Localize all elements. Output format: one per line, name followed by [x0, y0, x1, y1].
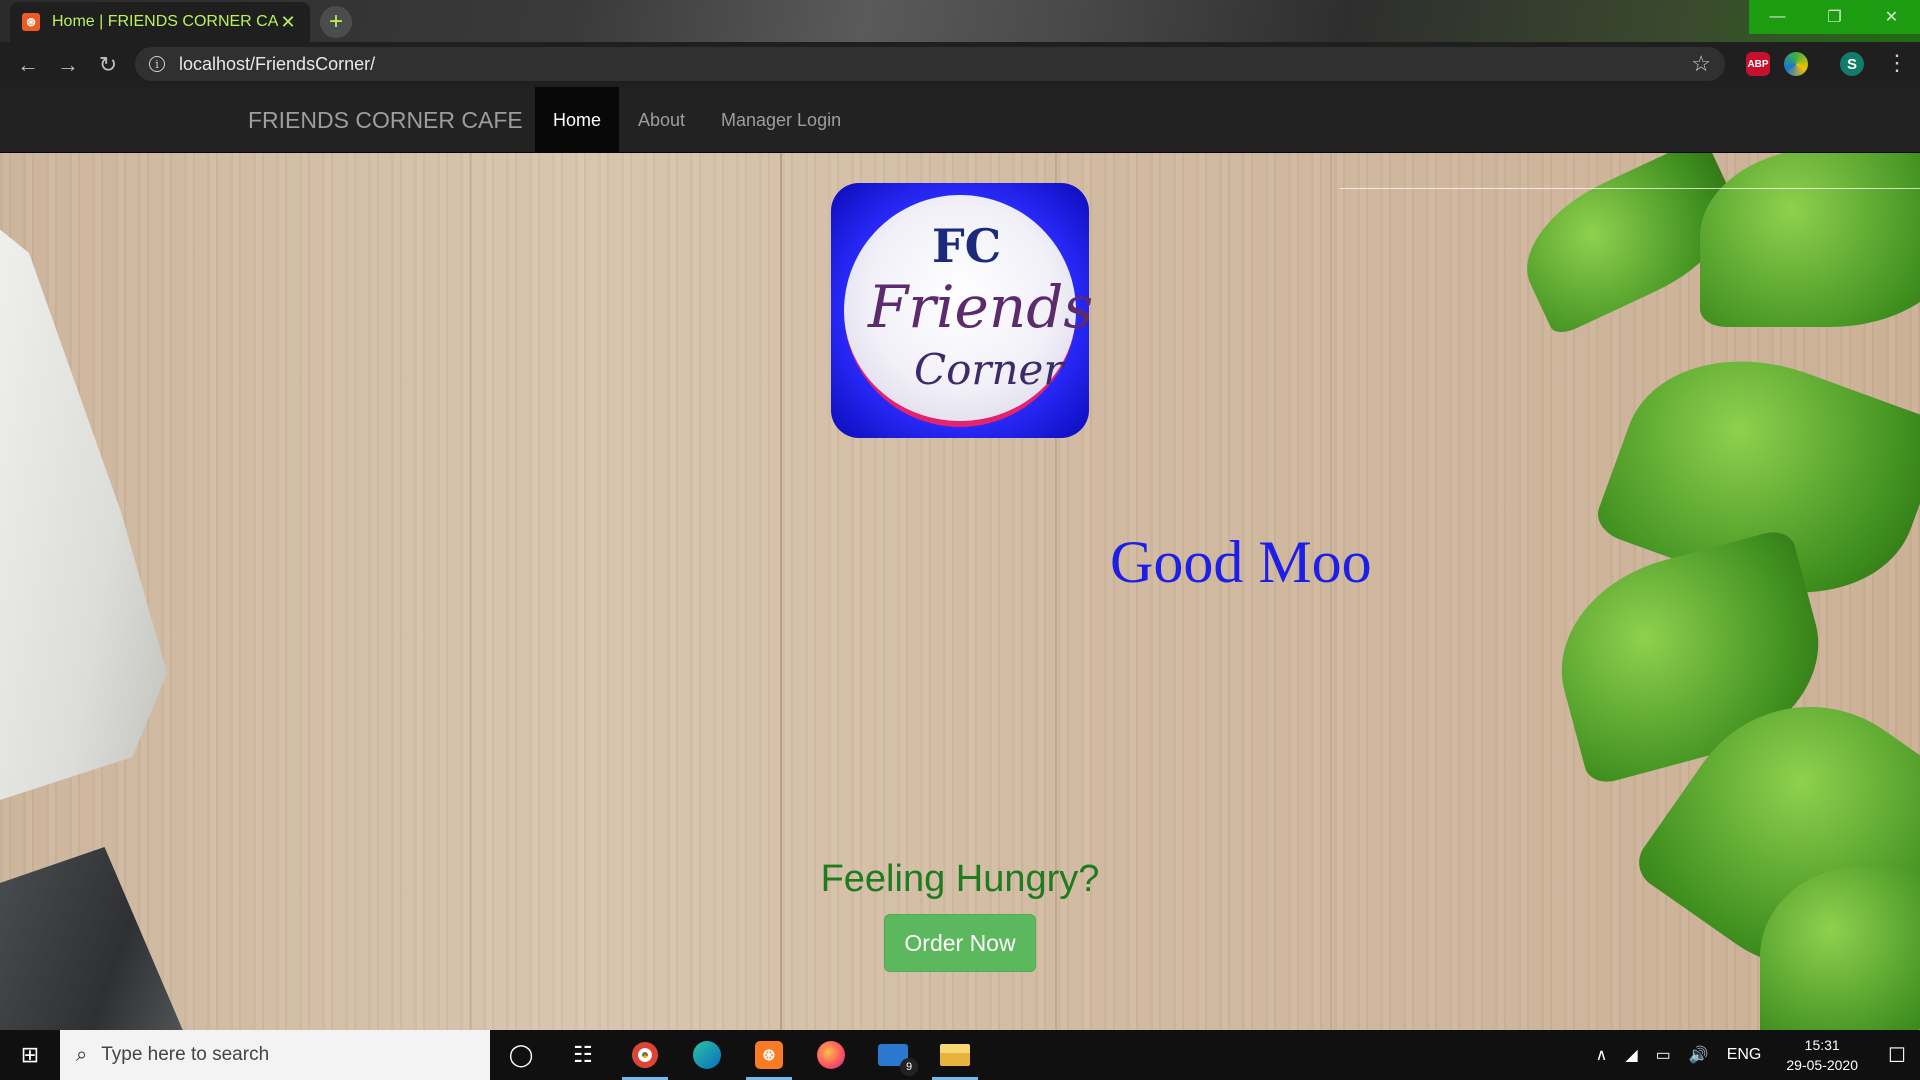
logo-monogram: FC: [932, 218, 1002, 273]
site-navbar: FRIENDS CORNER CAFE Home About Manager L…: [0, 87, 1920, 153]
clock-time: 15:31: [1804, 1037, 1840, 1053]
tab-title: Home | FRIENDS CORNER CAFE: [52, 13, 278, 30]
notification-icon[interactable]: ☐: [1874, 1043, 1920, 1068]
restore-button[interactable]: ❐: [1806, 0, 1863, 34]
nav-manager-login[interactable]: Manager Login: [703, 87, 859, 153]
system-tray: ∧ ◢ ▭ 🔊 ENG 15:31 29-05-2020 ☐: [1587, 1030, 1920, 1080]
nav-home[interactable]: Home: [535, 87, 620, 153]
herb-image: [1700, 147, 1920, 327]
url-text[interactable]: localhost/FriendsCorner/: [179, 54, 1691, 75]
logo-wordmark-friends: Friends: [868, 272, 1094, 341]
site-brand[interactable]: FRIENDS CORNER CAFE: [248, 107, 523, 134]
knife-blade-image: [0, 197, 167, 813]
volume-icon[interactable]: 🔊: [1689, 1045, 1709, 1065]
nav-about[interactable]: About: [620, 87, 703, 153]
close-window-button[interactable]: ✕: [1863, 0, 1920, 34]
cta-heading: Feeling Hungry?: [820, 858, 1100, 900]
browser-tab-home[interactable]: ⊛ Home | FRIENDS CORNER CAFE ✕: [10, 2, 310, 42]
windows-start-icon[interactable]: ⊞: [0, 1030, 60, 1080]
network-icon[interactable]: ◢: [1625, 1045, 1637, 1065]
chevron-up-icon[interactable]: ∧: [1596, 1045, 1608, 1065]
profile-avatar[interactable]: S: [1840, 52, 1864, 76]
cortana-icon[interactable]: ◯: [490, 1030, 552, 1080]
chrome-icon[interactable]: [614, 1030, 676, 1080]
task-view-icon[interactable]: ☷: [552, 1030, 614, 1080]
xampp-icon[interactable]: ⊛: [738, 1030, 800, 1080]
search-icon: ⌕: [76, 1043, 88, 1066]
mail-badge: 9: [900, 1058, 918, 1076]
battery-icon[interactable]: ▭: [1656, 1045, 1671, 1065]
address-bar[interactable]: i localhost/FriendsCorner/ ☆: [135, 47, 1725, 81]
close-icon[interactable]: ✕: [278, 12, 298, 33]
marquee-greeting: Good Moo: [1110, 529, 1372, 595]
adblock-plus-icon[interactable]: ABP: [1746, 52, 1770, 76]
forward-arrow-icon[interactable]: →: [48, 52, 88, 78]
language-indicator[interactable]: ENG: [1727, 1046, 1762, 1064]
browser-menu-icon[interactable]: ⋮: [1886, 50, 1908, 76]
edge-icon[interactable]: [676, 1030, 738, 1080]
browser-titlebar: ⊛ Home | FRIENDS CORNER CAFE ✕ + — ❐ ✕: [0, 0, 1920, 42]
file-explorer-icon[interactable]: [924, 1030, 986, 1080]
firefox-icon[interactable]: [800, 1030, 862, 1080]
reload-icon[interactable]: ↻: [88, 52, 128, 78]
back-arrow-icon[interactable]: ←: [8, 52, 48, 78]
mail-icon[interactable]: 9: [862, 1030, 924, 1080]
page-viewport: FRIENDS CORNER CAFE Home About Manager L…: [0, 87, 1920, 1030]
logo-wordmark-corner: Corner: [914, 344, 1064, 394]
cafe-logo: FC Friends Corner: [831, 183, 1093, 438]
site-info-icon[interactable]: i: [149, 56, 165, 72]
taskbar-search-box[interactable]: ⌕ Type here to search: [60, 1030, 490, 1080]
xampp-icon: ⊛: [22, 13, 40, 31]
logo-disc: FC Friends Corner: [844, 194, 1093, 427]
bookmark-star-icon[interactable]: ☆: [1691, 51, 1711, 77]
extension-icon[interactable]: [1784, 52, 1808, 76]
divider: [1340, 188, 1920, 189]
new-tab-button[interactable]: +: [320, 6, 352, 38]
minimize-button[interactable]: —: [1749, 0, 1806, 34]
browser-toolbar: ← → ↻ i localhost/FriendsCorner/ ☆ ABP S…: [0, 42, 1920, 87]
clock[interactable]: 15:31 29-05-2020: [1786, 1035, 1858, 1075]
order-now-button[interactable]: Order Now: [884, 914, 1036, 972]
clock-date: 29-05-2020: [1786, 1057, 1858, 1073]
search-placeholder: Type here to search: [101, 1044, 270, 1065]
window-controls: — ❐ ✕: [1749, 0, 1920, 34]
windows-taskbar: ⊞ ⌕ Type here to search ◯ ☷ ⊛ 9 ∧ ◢ ▭ 🔊 …: [0, 1030, 1920, 1080]
